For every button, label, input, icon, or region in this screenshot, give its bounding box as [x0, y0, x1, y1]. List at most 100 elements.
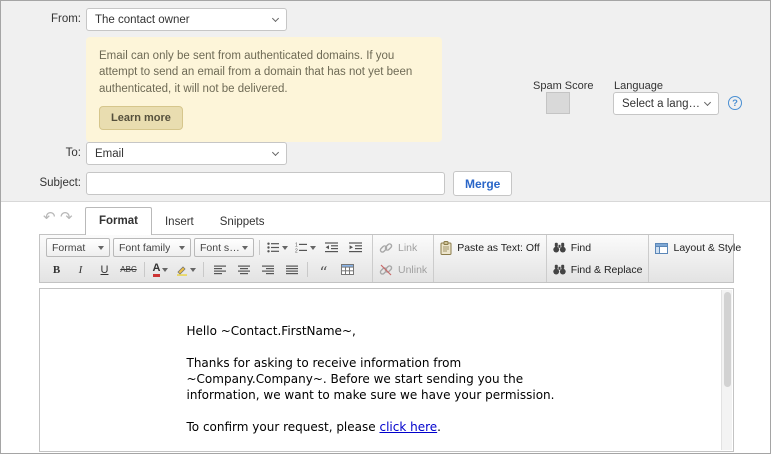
strikethrough-label: ABC [120, 265, 137, 274]
tab-format[interactable]: Format [85, 207, 152, 235]
email-paragraph: Thanks for asking to receive information… [186, 356, 555, 402]
align-justify-button[interactable] [281, 260, 302, 279]
bullet-list-button[interactable] [265, 238, 290, 257]
tab-insert-label: Insert [164, 216, 194, 228]
chevron-down-icon [162, 267, 169, 272]
subject-input[interactable] [86, 172, 445, 195]
unlink-button[interactable]: Unlink [379, 260, 427, 279]
font-size-select[interactable]: Font size [194, 238, 254, 257]
strikethrough-button[interactable]: ABC [118, 260, 139, 279]
toolbar-group-layout: Layout & Style [649, 235, 747, 282]
svg-text:2: 2 [295, 249, 298, 253]
highlight-color-button[interactable] [174, 260, 198, 279]
email-builder-window: From: The contact owner Email can only b… [0, 0, 771, 454]
italic-button[interactable]: I [70, 260, 91, 279]
numbered-list-icon: 12 [295, 243, 307, 253]
clipboard-icon [440, 241, 452, 255]
warning-text: Email can only be sent from authenticate… [99, 50, 413, 95]
email-content-area: Hello ~Contact.FirstName~, Thanks for as… [39, 288, 734, 453]
paragraph-format-select[interactable]: Format [46, 238, 110, 257]
toolbar-group-text-formatting: Format Font family Font size 1 2 B I U A… [40, 235, 373, 282]
indent-button[interactable] [345, 238, 366, 257]
binoculars-icon [552, 242, 566, 253]
table-icon [341, 264, 354, 275]
underline-label: U [100, 263, 109, 276]
unlink-label: Unlink [398, 263, 428, 276]
underline-button[interactable]: U [94, 260, 115, 279]
align-center-button[interactable] [233, 260, 254, 279]
vertical-scrollbar[interactable] [721, 290, 732, 450]
indent-icon [349, 242, 362, 253]
chevron-down-icon [271, 14, 280, 22]
numbered-list-button[interactable]: 12 [293, 238, 318, 257]
font-color-icon: A [152, 262, 161, 277]
layout-icon [655, 242, 669, 254]
bullet-list-icon [267, 242, 279, 253]
align-center-icon [237, 265, 250, 274]
toolbar-group-paste: Paste as Text: Off [434, 235, 547, 282]
find-replace-button[interactable]: Find & Replace [552, 260, 643, 279]
align-justify-icon [285, 265, 298, 274]
to-select[interactable]: Email [86, 142, 287, 165]
bold-label: B [52, 263, 61, 276]
paste-as-text-label: Paste as Text: Off [457, 242, 540, 254]
toolbar-separator [144, 262, 145, 277]
email-greeting: Hello ~Contact.FirstName~, [186, 324, 356, 338]
blockquote-button[interactable]: “ [313, 260, 334, 280]
link-icon [379, 242, 393, 253]
click-here-link[interactable]: click here [379, 420, 437, 434]
help-icon[interactable]: ? [728, 96, 742, 110]
find-replace-label: Find & Replace [570, 263, 643, 276]
language-select[interactable]: Select a language... [613, 92, 719, 115]
email-settings-panel: From: The contact owner Email can only b… [1, 1, 770, 202]
align-right-button[interactable] [257, 260, 278, 279]
authentication-warning: Email can only be sent from authenticate… [86, 37, 442, 142]
tab-snippets[interactable]: Snippets [207, 209, 278, 235]
align-left-button[interactable] [209, 260, 230, 279]
toolbar-group-find: Find Find & Replace [547, 235, 650, 282]
from-select-value: The contact owner [95, 13, 190, 26]
chevron-down-icon [271, 148, 280, 156]
tab-format-label: Format [99, 215, 138, 227]
paste-as-text-button[interactable]: Paste as Text: Off [440, 238, 540, 258]
link-button[interactable]: Link [379, 238, 427, 257]
layout-style-button[interactable]: Layout & Style [655, 238, 741, 258]
find-button[interactable]: Find [552, 238, 643, 257]
align-right-icon [261, 265, 274, 274]
font-color-button[interactable]: A [150, 260, 171, 279]
font-size-select-label: Font size [200, 241, 242, 254]
editor-tabs: Format Insert Snippets [85, 207, 278, 235]
email-paragraph: To confirm your request, please click he… [187, 419, 587, 435]
from-label: From: [50, 13, 81, 25]
tab-insert[interactable]: Insert [152, 209, 207, 235]
chevron-down-icon [98, 245, 104, 250]
subject-label: Subject: [39, 177, 81, 189]
bold-button[interactable]: B [46, 260, 67, 279]
from-select[interactable]: The contact owner [86, 8, 287, 31]
confirm-text-suffix: . [437, 420, 441, 434]
font-family-select-label: Font family [119, 241, 171, 254]
undo-icon[interactable]: ↶ [43, 208, 56, 226]
to-select-value: Email [95, 147, 124, 160]
merge-button[interactable]: Merge [453, 171, 513, 196]
redo-icon[interactable]: ↷ [60, 208, 73, 226]
scrollbar-thumb[interactable] [724, 292, 731, 387]
toolbar-separator [307, 262, 308, 277]
outdent-icon [325, 242, 338, 253]
language-select-value: Select a language... [622, 97, 705, 110]
insert-table-button[interactable] [337, 260, 358, 279]
chevron-down-icon [703, 98, 712, 106]
learn-more-button[interactable]: Learn more [99, 105, 183, 130]
email-document[interactable]: Hello ~Contact.FirstName~, Thanks for as… [186, 323, 587, 453]
language-label: Language [614, 80, 663, 92]
link-label: Link [398, 241, 418, 254]
toolbar-separator [259, 240, 260, 255]
tab-snippets-label: Snippets [219, 216, 265, 228]
font-family-select[interactable]: Font family [113, 238, 191, 257]
to-label: To: [65, 147, 81, 159]
outdent-button[interactable] [321, 238, 342, 257]
highlighter-icon [177, 265, 187, 276]
spam-score-indicator [546, 92, 570, 114]
align-left-icon [213, 265, 226, 274]
confirm-text-prefix: To confirm your request, please [186, 420, 380, 434]
